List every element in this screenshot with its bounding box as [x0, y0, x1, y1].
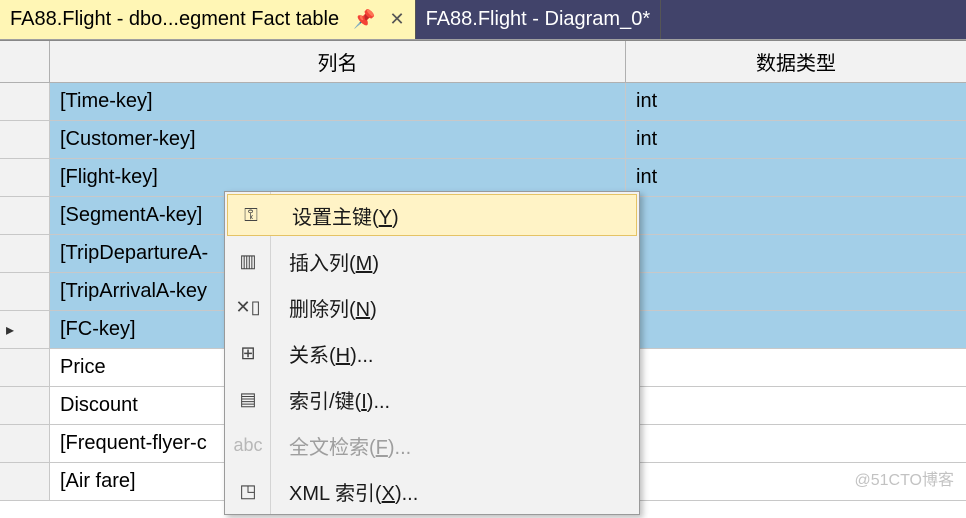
cell-data-type[interactable] [626, 425, 966, 462]
row-selector-header [0, 41, 50, 82]
menu-item-label: 插入列(M) [271, 247, 379, 276]
menu-item[interactable]: ◳XML 索引(X)... [225, 468, 639, 514]
index-icon: ▤ [225, 389, 271, 410]
row-selector[interactable] [0, 159, 50, 196]
tab-diagram[interactable]: FA88.Flight - Diagram_0* [416, 0, 662, 39]
row-selector[interactable] [0, 197, 50, 234]
context-menu: ⚿设置主键(Y)▥插入列(M)✕▯删除列(N)⊞关系(H)...▤索引/键(I)… [224, 191, 640, 515]
cell-column-name[interactable]: [Customer-key] [50, 121, 626, 158]
column-header-type[interactable]: 数据类型 [626, 41, 966, 82]
table-header-row: 列名 数据类型 [0, 41, 966, 83]
cell-data-type[interactable] [626, 387, 966, 424]
menu-item-label: XML 索引(X)... [271, 477, 418, 506]
cell-data-type[interactable] [626, 311, 966, 348]
tab-fact-table[interactable]: FA88.Flight - dbo...egment Fact table 📌 … [0, 0, 416, 39]
cell-data-type[interactable]: int [626, 159, 966, 196]
relationship-icon: ⊞ [225, 343, 271, 364]
cell-data-type[interactable] [626, 349, 966, 386]
cell-data-type[interactable]: int [626, 83, 966, 120]
xml-index-icon: ◳ [225, 481, 271, 502]
row-selector[interactable] [0, 349, 50, 386]
tab-bar: FA88.Flight - dbo...egment Fact table 📌 … [0, 0, 966, 40]
insert-column-icon: ▥ [225, 251, 271, 272]
row-selector[interactable] [0, 235, 50, 272]
menu-item-label: 索引/键(I)... [271, 385, 390, 414]
menu-item[interactable]: ⚿设置主键(Y) [227, 194, 637, 236]
menu-item[interactable]: ▤索引/键(I)... [225, 376, 639, 422]
fulltext-icon: abc [225, 435, 271, 456]
menu-item[interactable]: ▥插入列(M) [225, 238, 639, 284]
delete-column-icon: ✕▯ [225, 297, 271, 318]
row-selector[interactable]: ▸ [0, 311, 50, 348]
cell-data-type[interactable]: int [626, 121, 966, 158]
row-selector[interactable] [0, 463, 50, 500]
menu-item: abc全文检索(F)... [225, 422, 639, 468]
cell-column-name[interactable]: [Time-key] [50, 83, 626, 120]
row-selector[interactable] [0, 273, 50, 310]
row-selector[interactable] [0, 121, 50, 158]
cell-data-type[interactable] [626, 235, 966, 272]
menu-item-label: 关系(H)... [271, 339, 373, 368]
menu-item-label: 删除列(N) [271, 293, 377, 322]
row-selector[interactable] [0, 425, 50, 462]
tab-actions: 📌 ✕ [353, 9, 405, 30]
tab-title: FA88.Flight - dbo...egment Fact table [10, 8, 339, 31]
table-row[interactable]: [Customer-key]int [0, 121, 966, 159]
menu-item-label: 设置主键(Y) [274, 201, 399, 230]
menu-item[interactable]: ✕▯删除列(N) [225, 284, 639, 330]
pin-icon[interactable]: 📌 [353, 9, 375, 30]
cell-data-type[interactable] [626, 273, 966, 310]
cell-data-type[interactable] [626, 463, 966, 500]
close-icon[interactable]: ✕ [389, 9, 404, 30]
key-icon: ⚿ [228, 205, 274, 226]
context-menu-items: ⚿设置主键(Y)▥插入列(M)✕▯删除列(N)⊞关系(H)...▤索引/键(I)… [225, 194, 639, 514]
row-selector[interactable] [0, 387, 50, 424]
menu-item[interactable]: ⊞关系(H)... [225, 330, 639, 376]
tab-title: FA88.Flight - Diagram_0* [426, 8, 651, 31]
cell-data-type[interactable] [626, 197, 966, 234]
row-selector[interactable] [0, 83, 50, 120]
menu-item-label: 全文检索(F)... [271, 431, 411, 460]
column-header-name[interactable]: 列名 [50, 41, 626, 82]
table-row[interactable]: [Time-key]int [0, 83, 966, 121]
